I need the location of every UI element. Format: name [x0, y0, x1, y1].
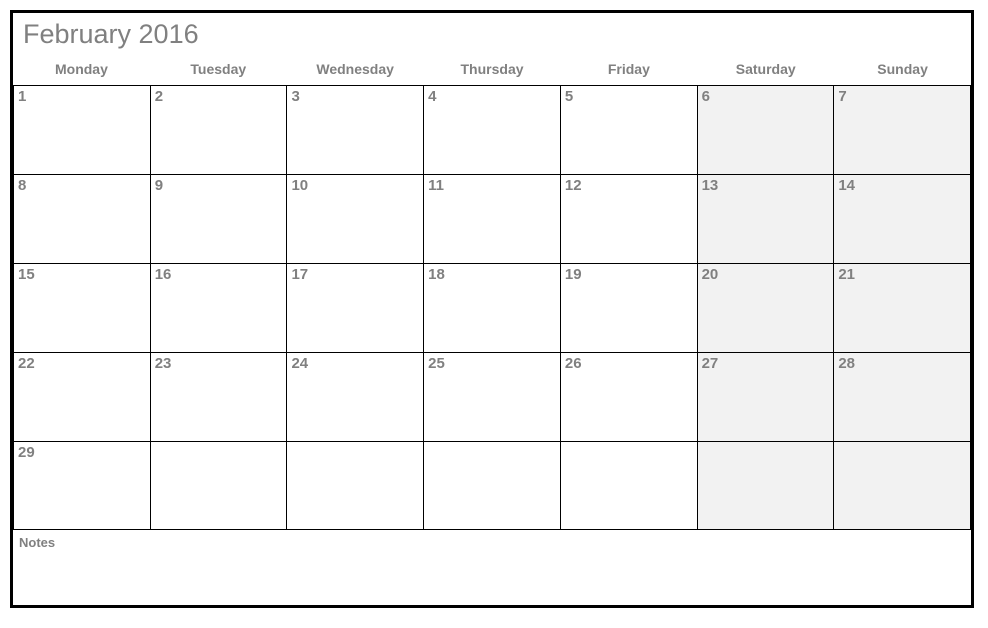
day-cell[interactable]: 7: [833, 85, 971, 174]
day-cell[interactable]: 8: [13, 174, 150, 263]
weekday-header: Wednesday: [287, 55, 424, 85]
day-number: 29: [18, 444, 35, 461]
day-cell[interactable]: 27: [697, 352, 834, 441]
day-number: 5: [565, 88, 573, 105]
weekday-header-row: Monday Tuesday Wednesday Thursday Friday…: [13, 55, 971, 85]
day-cell[interactable]: 16: [150, 263, 287, 352]
day-cell[interactable]: [560, 441, 697, 530]
day-number: 13: [702, 177, 719, 194]
day-number: 26: [565, 355, 582, 372]
day-cell[interactable]: 19: [560, 263, 697, 352]
day-number: 21: [838, 266, 855, 283]
calendar-title: February 2016: [23, 19, 199, 49]
day-cell[interactable]: 22: [13, 352, 150, 441]
day-cell[interactable]: 17: [286, 263, 423, 352]
day-number: 28: [838, 355, 855, 372]
day-number: 22: [18, 355, 35, 372]
day-number: 11: [428, 177, 444, 194]
day-number: 6: [702, 88, 710, 105]
day-number: 27: [702, 355, 719, 372]
day-cell[interactable]: 15: [13, 263, 150, 352]
day-cell[interactable]: 23: [150, 352, 287, 441]
day-cell[interactable]: 9: [150, 174, 287, 263]
day-cell[interactable]: 14: [833, 174, 971, 263]
week-row: 8 9 10 11 12 13 14: [13, 174, 971, 263]
week-row: 29: [13, 441, 971, 530]
week-row: 1 2 3 4 5 6 7: [13, 85, 971, 174]
day-cell[interactable]: 24: [286, 352, 423, 441]
week-row: 15 16 17 18 19 20 21: [13, 263, 971, 352]
weekday-header: Saturday: [697, 55, 834, 85]
day-cell[interactable]: 6: [697, 85, 834, 174]
day-cell[interactable]: 11: [423, 174, 560, 263]
day-cell[interactable]: 29: [13, 441, 150, 530]
day-number: 17: [291, 266, 308, 283]
day-cell[interactable]: 28: [833, 352, 971, 441]
day-number: 12: [565, 177, 582, 194]
weekday-header: Tuesday: [150, 55, 287, 85]
day-cell[interactable]: [286, 441, 423, 530]
day-cell[interactable]: [150, 441, 287, 530]
calendar-frame: February 2016 Monday Tuesday Wednesday T…: [10, 10, 974, 608]
day-cell[interactable]: [833, 441, 971, 530]
day-number: 7: [838, 88, 846, 105]
weekday-header: Friday: [560, 55, 697, 85]
day-cell[interactable]: 13: [697, 174, 834, 263]
weekday-header: Thursday: [424, 55, 561, 85]
day-cell[interactable]: 25: [423, 352, 560, 441]
day-number: 24: [291, 355, 308, 372]
day-cell[interactable]: 4: [423, 85, 560, 174]
day-cell[interactable]: 5: [560, 85, 697, 174]
day-cell[interactable]: [423, 441, 560, 530]
day-number: 20: [702, 266, 719, 283]
day-number: 16: [155, 266, 172, 283]
day-number: 3: [291, 88, 299, 105]
notes-label: Notes: [19, 535, 55, 550]
day-number: 23: [155, 355, 172, 372]
day-number: 8: [18, 177, 26, 194]
notes-section[interactable]: Notes: [13, 530, 971, 605]
day-cell[interactable]: 18: [423, 263, 560, 352]
day-number: 4: [428, 88, 436, 105]
day-number: 15: [18, 266, 35, 283]
day-number: 1: [18, 88, 26, 105]
week-row: 22 23 24 25 26 27 28: [13, 352, 971, 441]
weekday-header: Sunday: [834, 55, 971, 85]
day-number: 9: [155, 177, 163, 194]
weekday-header: Monday: [13, 55, 150, 85]
day-number: 10: [291, 177, 308, 194]
day-cell[interactable]: 3: [286, 85, 423, 174]
calendar-grid: 1234567891011121314151617181920212223242…: [13, 85, 971, 530]
day-number: 18: [428, 266, 445, 283]
day-cell[interactable]: 1: [13, 85, 150, 174]
day-cell[interactable]: 26: [560, 352, 697, 441]
day-cell[interactable]: 2: [150, 85, 287, 174]
day-cell[interactable]: [697, 441, 834, 530]
day-cell[interactable]: 12: [560, 174, 697, 263]
day-cell[interactable]: 10: [286, 174, 423, 263]
day-cell[interactable]: 21: [833, 263, 971, 352]
title-row: February 2016: [13, 13, 971, 55]
day-number: 2: [155, 88, 163, 105]
day-number: 14: [838, 177, 855, 194]
day-cell[interactable]: 20: [697, 263, 834, 352]
day-number: 25: [428, 355, 445, 372]
day-number: 19: [565, 266, 582, 283]
